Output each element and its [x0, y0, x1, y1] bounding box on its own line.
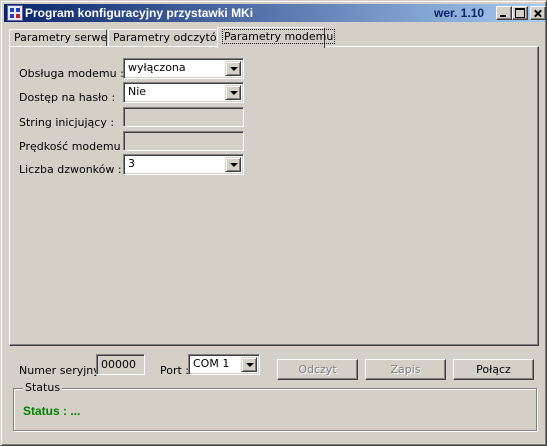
chevron-down-icon[interactable]	[225, 157, 241, 172]
status-group-title: Status	[23, 381, 63, 394]
predkosc-modemu-field[interactable]	[123, 131, 244, 151]
dostep-na-haslo-select[interactable]: Nie	[123, 82, 244, 103]
obsluga-modemu-label: Obsługa modemu :	[19, 67, 124, 80]
close-button[interactable]	[530, 6, 546, 20]
tab-parametry-odczytow[interactable]: Parametry odczytów	[108, 29, 226, 47]
tab-parametry-serwera[interactable]: Parametry serwera	[9, 29, 119, 47]
string-inicjujacy-field[interactable]	[123, 107, 244, 127]
dostep-na-haslo-value: Nie	[128, 85, 147, 98]
tab-parametry-modemu[interactable]: Parametry modemu	[217, 27, 336, 48]
numer-seryjny-value: 00000	[101, 358, 136, 371]
status-groupbox	[13, 388, 537, 431]
numer-seryjny-field: 00000	[96, 354, 145, 375]
obsluga-modemu-value: wyłączona	[128, 61, 186, 74]
predkosc-modemu-label: Prędkość modemu :	[19, 140, 128, 153]
numer-seryjny-label: Numer seryjny :	[19, 364, 107, 377]
odczyt-button[interactable]: Odczyt	[277, 359, 358, 380]
liczba-dzwonkow-value: 3	[128, 157, 135, 170]
string-inicjujacy-label: String inicjujący :	[19, 116, 115, 129]
app-window: Program konfiguracyjny przystawki MKi we…	[0, 0, 547, 446]
port-label: Port :	[160, 364, 190, 377]
chevron-down-icon[interactable]	[225, 61, 241, 76]
tab-label: Parametry odczytów	[113, 31, 226, 44]
window-title: Program konfiguracyjny przystawki MKi	[25, 6, 254, 20]
port-select[interactable]: COM 1	[188, 354, 260, 375]
minimize-button[interactable]	[496, 6, 512, 20]
app-icon[interactable]	[7, 5, 23, 21]
polacz-button[interactable]: Połącz	[453, 359, 534, 380]
version-label: wer. 1.10	[434, 6, 485, 20]
chevron-down-icon[interactable]	[225, 85, 241, 100]
maximize-button[interactable]	[512, 6, 528, 20]
title-bar[interactable]: Program konfiguracyjny przystawki MKi we…	[4, 4, 546, 22]
tab-label: Parametry serwera	[14, 31, 119, 44]
liczba-dzwonkow-select[interactable]: 3	[123, 154, 244, 175]
status-text: Status : ...	[23, 404, 81, 418]
liczba-dzwonkow-label: Liczba dzwonków :	[19, 163, 122, 176]
obsluga-modemu-select[interactable]: wyłączona	[123, 58, 244, 79]
port-value: COM 1	[193, 357, 230, 370]
chevron-down-icon[interactable]	[241, 357, 257, 372]
tab-label: Parametry modemu	[222, 29, 336, 44]
zapis-button[interactable]: Zapis	[365, 359, 446, 380]
dostep-na-haslo-label: Dostęp na hasło :	[19, 91, 116, 104]
